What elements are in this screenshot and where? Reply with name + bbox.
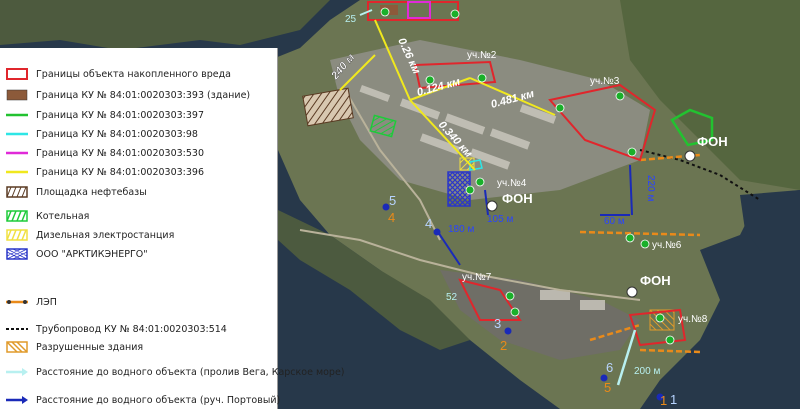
legend-item-label: ЛЭП	[36, 296, 57, 308]
water-point-label-4: 4	[425, 216, 432, 231]
line-icon	[6, 128, 28, 140]
legend-item: Граница КУ № 84:01:0020303:397	[0, 106, 204, 124]
site-label-7: уч.№7	[462, 272, 492, 283]
legend-item: Разрушенные здания	[0, 338, 143, 356]
legend-item: Граница КУ № 84:01:0020303:396	[0, 163, 204, 181]
legend-item: Дизельная электростанция	[0, 226, 174, 244]
legend-item-label: Границы объекта накопленного вреда	[36, 68, 231, 80]
label-dist-105: 105 м	[487, 214, 513, 225]
label-dist-25: 25	[345, 14, 357, 25]
legend-item-label: Дизельная электростанция	[36, 229, 175, 241]
legend-item-label: Граница КУ № 84:01:0020303:396	[36, 166, 205, 178]
background-label-3: ФОН	[640, 273, 671, 288]
dotted-icon	[6, 323, 28, 335]
legend-item: Расстояние до водного объекта (руч. Порт…	[0, 391, 280, 409]
legend-item: Котельная	[0, 207, 89, 225]
box-fill-icon	[6, 89, 28, 101]
legend-item-label: Расстояние до водного объекта (руч. Порт…	[36, 394, 281, 406]
legend-item-label: Разрушенные здания	[36, 341, 144, 353]
yellow-hatch-icon	[6, 229, 28, 241]
background-label-1: ФОН	[502, 191, 533, 206]
legend-item: Площадка нефтебазы	[0, 183, 147, 201]
legend-item: ЛЭП	[0, 293, 57, 311]
legend-item-label: Граница КУ № 84:01:0020303:530	[36, 147, 205, 159]
legend-item-label: Трубопровод КУ № 84:01:0020303:514	[36, 323, 227, 335]
legend-item-label: Граница КУ № 84:01:0020303:393 (здание)	[36, 89, 251, 101]
water-point-label-1b: 1	[660, 393, 667, 408]
site-label-4: уч.№4	[497, 178, 527, 189]
legend-item: ООО "АРКТИКЭНЕРГО"	[0, 245, 148, 263]
power-line-icon	[6, 296, 28, 308]
line-icon	[6, 166, 28, 178]
diesel-station	[459, 157, 475, 171]
legend-item-label: Расстояние до водного объекта (пролив Ве…	[36, 366, 345, 378]
water-point-label-5b: 5	[604, 380, 611, 395]
legend-item: Граница КУ № 84:01:0020303:98	[0, 125, 198, 143]
legend-item-label: Граница КУ № 84:01:0020303:98	[36, 128, 198, 140]
arrow-icon	[6, 394, 28, 406]
site-label-2: уч.№2	[467, 50, 497, 61]
legend-item-label: ООО "АРКТИКЭНЕРГО"	[36, 248, 148, 260]
label-dist-60: 60 м	[604, 216, 625, 227]
background-label-2: ФОН	[697, 134, 728, 149]
box-outline-icon	[6, 68, 28, 80]
legend-item-label: Граница КУ № 84:01:0020303:397	[36, 109, 205, 121]
legend-item: Трубопровод КУ № 84:01:0020303:514	[0, 320, 227, 338]
water-point-label-1: 1	[670, 392, 677, 407]
label-dist-200: 200 м	[634, 366, 660, 377]
label-dist-220: 220 м	[645, 175, 656, 201]
water-point-label-3: 3	[494, 316, 501, 331]
legend-item-label: Площадка нефтебазы	[36, 186, 147, 198]
green-hatch-icon	[6, 210, 28, 222]
legend-panel: Границы объекта накопленного вреда Границ…	[0, 48, 345, 409]
water-point-label-5: 5	[389, 193, 396, 208]
arrow-icon	[6, 366, 28, 378]
legend-item: Границы объекта накопленного вреда	[0, 65, 231, 83]
hatch-box-icon	[6, 186, 28, 198]
water-point-label-4b: 4	[388, 210, 395, 225]
site-label-3: уч.№3	[590, 76, 620, 87]
site-label-8: уч.№8	[678, 314, 708, 325]
label-dist-180: 180 м	[448, 224, 474, 235]
line-icon	[6, 147, 28, 159]
legend-item-label: Котельная	[36, 210, 90, 222]
label-dist-52: 52	[446, 292, 458, 303]
legend-item: Расстояние до водного объекта (пролив Ве…	[0, 363, 345, 381]
legend-item: Граница КУ № 84:01:0020303:393 (здание)	[0, 86, 250, 104]
water-point-label-6: 6	[606, 360, 613, 375]
site-label-6: уч.№6	[652, 240, 682, 251]
legend-item: Граница КУ № 84:01:0020303:530	[0, 144, 204, 162]
blue-hatch-icon	[6, 248, 28, 260]
orange-hatch-icon	[6, 341, 28, 353]
line-icon	[6, 109, 28, 121]
water-point-label-2: 2	[500, 338, 507, 353]
